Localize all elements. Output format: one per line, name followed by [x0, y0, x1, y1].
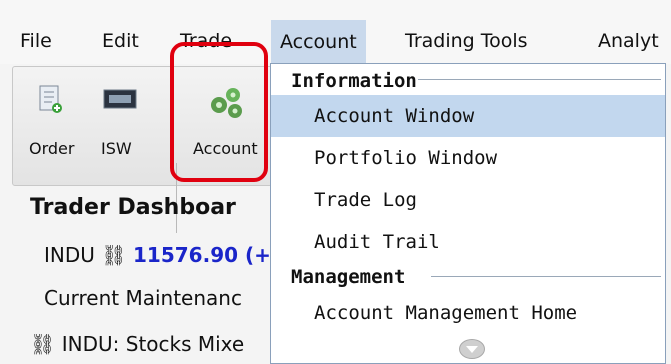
- menu-account-management-home[interactable]: Account Management Home: [271, 292, 665, 334]
- dashboard-row-maintenance: Current Maintenanc: [44, 286, 242, 310]
- menu-trading-tools[interactable]: Trading Tools: [405, 30, 528, 52]
- menu-account[interactable]: Account: [271, 20, 366, 64]
- dashboard-row-news: ⛓ INDU: Stocks Mixe: [30, 332, 244, 356]
- order-button[interactable]: Order: [29, 139, 74, 158]
- chain-icon: ⛓: [101, 243, 127, 267]
- chain-icon: ⛓: [30, 332, 56, 356]
- portfolio-window-label: Portfolio Window: [314, 147, 498, 169]
- audit-trail-label: Audit Trail: [314, 231, 440, 253]
- section-information: Information: [291, 70, 417, 92]
- scroll-down-icon[interactable]: [459, 339, 485, 359]
- account-highlight: [170, 42, 268, 182]
- isw-button[interactable]: ISW: [101, 139, 132, 158]
- trade-log-label: Trade Log: [314, 189, 417, 211]
- menu-audit-trail[interactable]: Audit Trail: [271, 221, 665, 263]
- account-management-home-label: Account Management Home: [314, 302, 578, 324]
- order-icon[interactable]: [39, 85, 63, 115]
- section-divider: [418, 79, 661, 80]
- dashboard-row-indu: INDU ⛓ 11576.90 (+: [44, 243, 271, 267]
- menu-edit[interactable]: Edit: [102, 30, 139, 52]
- menu-file[interactable]: File: [20, 30, 52, 52]
- menu-trade-log[interactable]: Trade Log: [271, 179, 665, 221]
- account-dropdown: Information Account Window Portfolio Win…: [270, 63, 666, 364]
- section-divider: [431, 276, 661, 277]
- news-text: INDU: Stocks Mixe: [61, 332, 245, 356]
- menu-analytics[interactable]: Analyt: [598, 30, 659, 52]
- indu-label: INDU: [44, 243, 95, 267]
- menu-portfolio-window[interactable]: Portfolio Window: [271, 137, 665, 179]
- dashboard-title: Trader Dashboar: [30, 195, 236, 220]
- isw-icon[interactable]: [103, 89, 137, 111]
- indu-value: 11576.90 (+: [133, 243, 271, 267]
- menu-account-window[interactable]: Account Window: [271, 95, 665, 137]
- account-window-label: Account Window: [314, 105, 475, 127]
- section-management: Management: [291, 266, 406, 288]
- menu-bar: File Edit Trade Account Trading Tools An…: [0, 0, 671, 64]
